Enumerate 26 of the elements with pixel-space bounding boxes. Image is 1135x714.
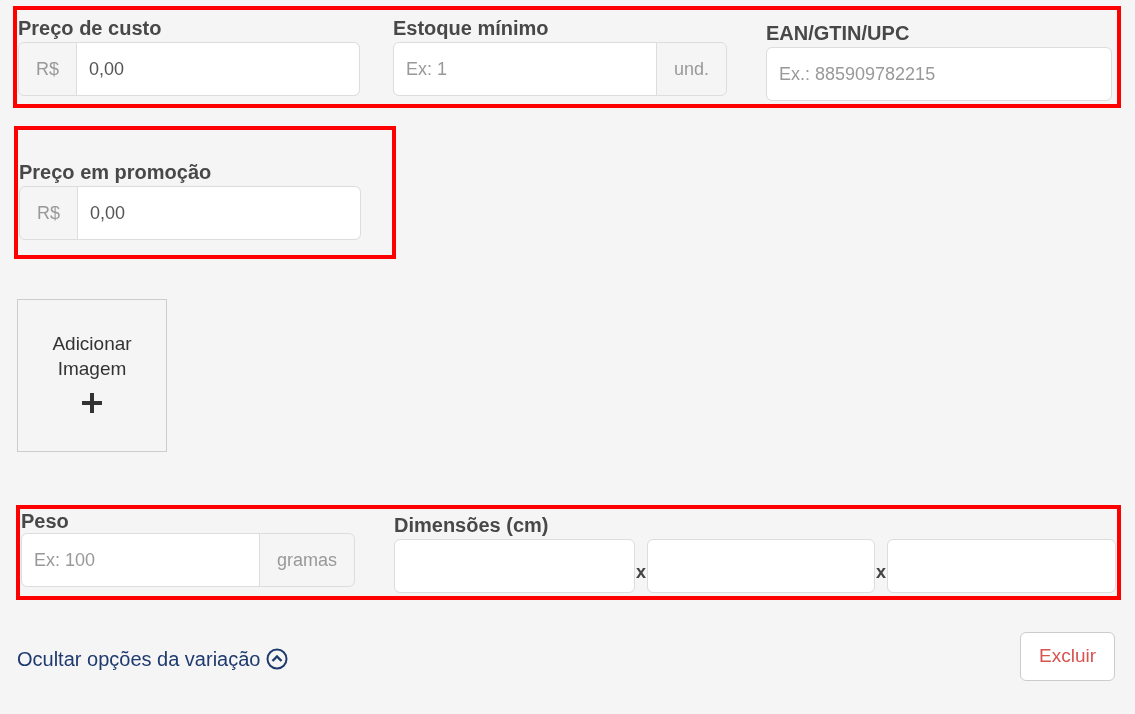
separator-text: x [635, 561, 647, 584]
field-label: Dimensões (cm) [394, 513, 550, 537]
dimension-field[interactable] [647, 539, 875, 593]
unit-suffix: gramas [258, 533, 355, 587]
toggle-link[interactable]: Ocultar opções da variação [17, 644, 289, 674]
delete-button[interactable]: Excluir [1020, 632, 1115, 681]
field-label: Preço em promoção [19, 160, 213, 184]
currency-prefix: R$ [19, 186, 78, 240]
input-field[interactable]: Ex: 100 [21, 533, 260, 587]
chevron-up-circle-icon [266, 648, 289, 670]
separator-text: x [875, 561, 887, 584]
input-field[interactable]: 0,00 [77, 186, 361, 240]
add-image-label: Adicionar Imagem [51, 332, 133, 381]
currency-prefix: R$ [18, 42, 77, 96]
input-field[interactable]: Ex: 1 [393, 42, 657, 96]
unit-suffix: und. [655, 42, 727, 96]
input-field[interactable]: Ex.: 885909782215 [766, 47, 1112, 101]
field-label: Preço de custo [18, 16, 163, 40]
field-label: Peso [21, 509, 70, 533]
dimension-field[interactable] [887, 539, 1116, 593]
field-label: EAN/GTIN/UPC [766, 21, 911, 45]
dimension-field[interactable] [394, 539, 635, 593]
field-label: Estoque mínimo [393, 16, 550, 40]
add-image-button[interactable]: Adicionar Imagem [17, 299, 167, 452]
plus-icon [82, 393, 102, 414]
input-field[interactable]: 0,00 [76, 42, 360, 96]
